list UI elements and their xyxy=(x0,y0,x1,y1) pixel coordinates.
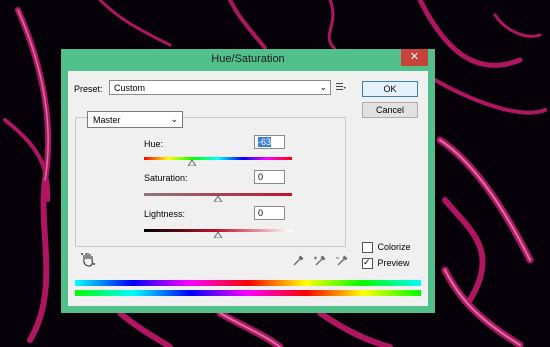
chevron-down-icon: ⌄ xyxy=(319,82,327,92)
adjustment-group xyxy=(75,117,346,247)
eyedropper-subtract-icon[interactable] xyxy=(336,255,348,267)
preset-dropdown[interactable]: Custom ⌄ xyxy=(109,80,331,95)
output-color-ramp xyxy=(75,290,421,296)
colorize-checkbox[interactable] xyxy=(362,242,373,254)
preset-value: Custom xyxy=(114,83,146,93)
lightness-input[interactable]: 0 xyxy=(254,206,285,220)
colorize-option[interactable]: Colorize xyxy=(362,242,411,254)
colorize-label: Colorize xyxy=(377,242,411,252)
chevron-down-icon: ⌄ xyxy=(170,114,178,124)
eyedropper-icon[interactable] xyxy=(292,255,304,267)
lightness-label: Lightness: xyxy=(144,209,186,219)
dialog-body: Preset: Custom ⌄ OK Cancel Master ⌄ Hue:… xyxy=(68,71,428,306)
close-button[interactable]: ✕ xyxy=(401,49,428,66)
channel-value: Master xyxy=(93,115,121,125)
hue-value: -63 xyxy=(258,137,272,147)
hand-tool-icon[interactable] xyxy=(80,251,96,267)
saturation-value: 0 xyxy=(258,172,264,182)
hue-label: Hue: xyxy=(144,139,164,149)
lightness-slider[interactable] xyxy=(144,229,292,238)
dialog-title: Hue/Saturation xyxy=(211,53,285,65)
saturation-input[interactable]: 0 xyxy=(254,170,285,184)
cancel-button[interactable]: Cancel xyxy=(362,102,418,118)
eyedropper-add-icon[interactable] xyxy=(314,255,326,267)
hue-slider[interactable] xyxy=(144,157,292,166)
preview-option[interactable]: ✓ Preview xyxy=(362,257,410,270)
saturation-slider[interactable] xyxy=(144,193,292,202)
preset-options-icon[interactable] xyxy=(336,82,346,92)
lightness-value: 0 xyxy=(258,208,264,218)
preview-checkbox[interactable]: ✓ xyxy=(362,257,373,270)
ok-button[interactable]: OK xyxy=(362,81,418,97)
preset-label: Preset: xyxy=(74,84,103,94)
channel-dropdown[interactable]: Master ⌄ xyxy=(87,111,183,128)
title-bar[interactable]: Hue/Saturation ✕ xyxy=(61,49,435,71)
hue-saturation-dialog: Hue/Saturation ✕ Preset: Custom ⌄ OK Can… xyxy=(61,49,435,313)
preview-label: Preview xyxy=(377,258,410,268)
input-color-ramp xyxy=(75,280,421,286)
hue-input[interactable]: -63 xyxy=(254,135,285,149)
saturation-label: Saturation: xyxy=(144,173,188,183)
